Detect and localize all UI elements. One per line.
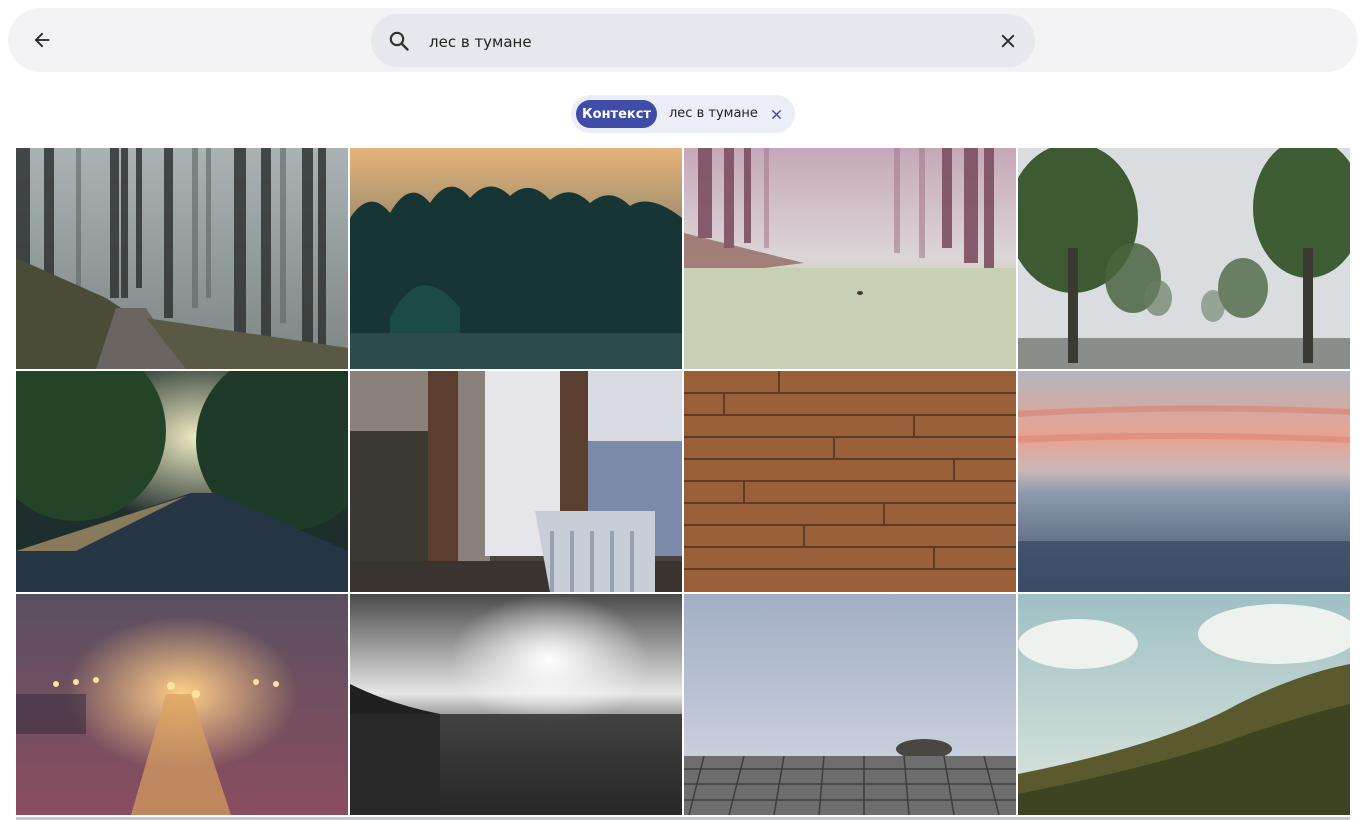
chip-context-badge[interactable]: Контекст [576, 100, 657, 128]
close-icon [771, 109, 781, 119]
chip-remove-button[interactable] [767, 105, 785, 123]
image-tile-green-hillside[interactable] [1018, 594, 1350, 815]
image-tile-window-chair[interactable] [350, 371, 682, 592]
image-tile-foggy-railway-night[interactable] [16, 594, 348, 815]
back-button[interactable] [24, 22, 60, 58]
image-tile-foggy-forest-path[interactable] [16, 148, 348, 369]
search-box[interactable] [371, 14, 1035, 67]
close-icon [1001, 34, 1015, 48]
image-tile-dark-pine-forest-sunset[interactable] [350, 148, 682, 369]
filter-chip: Контекст лес в тумане [571, 95, 795, 133]
image-tile-bw-sunrise-field[interactable] [350, 594, 682, 815]
arrow-left-icon [34, 32, 50, 48]
image-tile-foggy-tree-alley[interactable] [1018, 148, 1350, 369]
search-header [8, 8, 1358, 72]
image-tile-pink-sky-fog-sea[interactable] [1018, 371, 1350, 592]
image-tile-wooden-planks[interactable] [684, 371, 1016, 592]
clear-search-button[interactable] [995, 28, 1021, 54]
image-tile-sunlit-road[interactable] [16, 371, 348, 592]
search-icon [389, 31, 409, 51]
image-tile-misty-tree-lined-road[interactable] [684, 148, 1016, 369]
image-tile-wooden-pier-fog[interactable] [684, 594, 1016, 815]
chip-query-text: лес в тумане [669, 106, 758, 121]
search-input[interactable] [427, 24, 971, 59]
